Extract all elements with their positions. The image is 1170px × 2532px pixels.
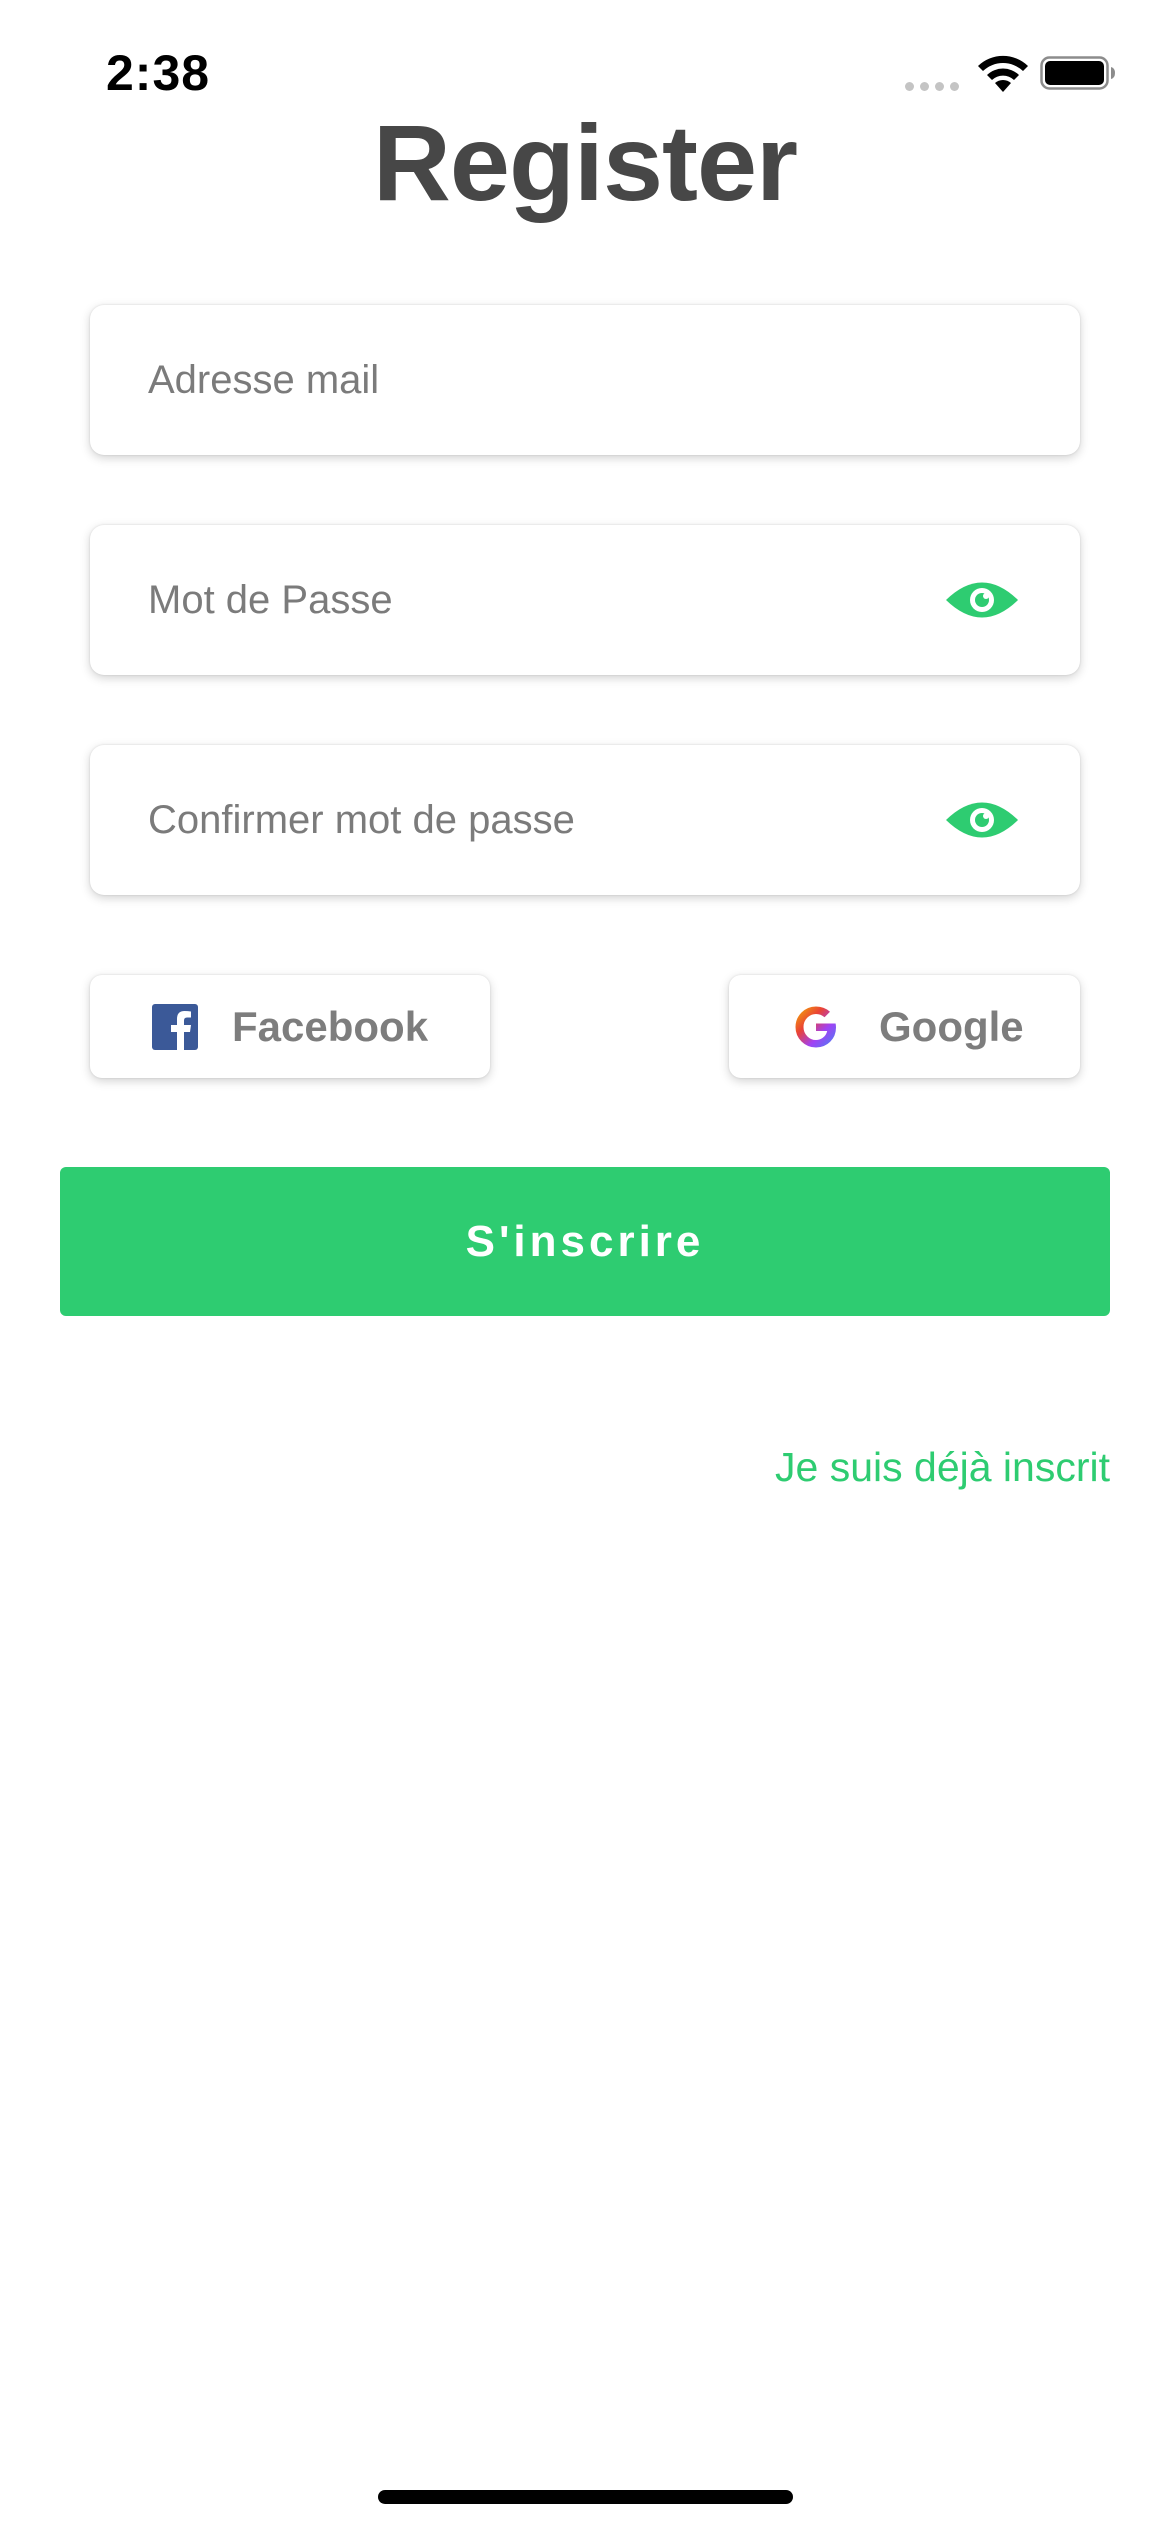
home-indicator[interactable] xyxy=(378,2490,793,2504)
facebook-button-label: Facebook xyxy=(232,1002,429,1050)
facebook-login-button[interactable]: Facebook xyxy=(90,975,490,1078)
password-field-container[interactable] xyxy=(90,525,1080,675)
email-field-container[interactable] xyxy=(90,305,1080,455)
google-icon xyxy=(795,1006,836,1047)
eye-icon[interactable] xyxy=(944,577,1020,623)
cellular-signal-icon xyxy=(905,82,959,91)
confirm-password-input[interactable] xyxy=(148,745,968,895)
battery-icon xyxy=(1040,56,1115,90)
confirm-password-field-container[interactable] xyxy=(90,745,1080,895)
eye-icon[interactable] xyxy=(944,797,1020,843)
google-login-button[interactable]: Google xyxy=(729,975,1080,1078)
status-time: 2:38 xyxy=(106,45,211,101)
google-button-label: Google xyxy=(879,1002,1024,1050)
already-registered-link[interactable]: Je suis déjà inscrit xyxy=(775,1444,1110,1491)
register-button[interactable]: S'inscrire xyxy=(60,1167,1110,1316)
page-title: Register xyxy=(372,102,798,223)
password-input[interactable] xyxy=(148,525,968,675)
email-input[interactable] xyxy=(148,305,968,455)
wifi-icon xyxy=(978,55,1028,92)
facebook-icon xyxy=(152,1003,198,1050)
